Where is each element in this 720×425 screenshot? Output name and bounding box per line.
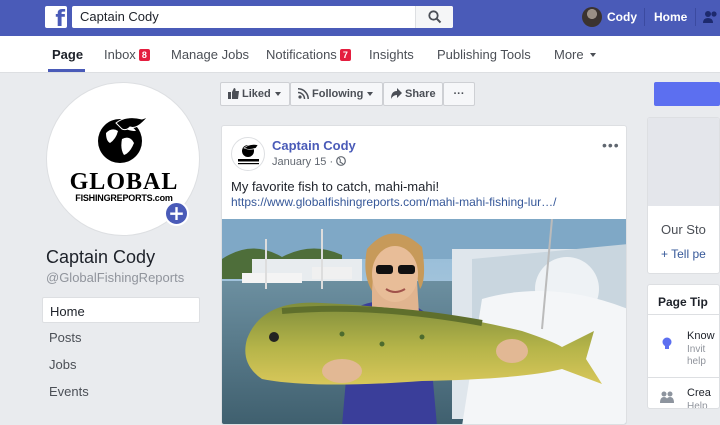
share-label: Share [405, 88, 436, 100]
tab-label: Publishing Tools [437, 47, 531, 62]
tip-description: Help [687, 401, 708, 409]
sidebar-item-label: Events [49, 384, 89, 399]
search-input[interactable]: Captain Cody [80, 9, 159, 24]
globe-marlin-logo-icon [238, 144, 259, 165]
page-tips-title: Page Tip [658, 295, 708, 309]
sidebar-item-label: Jobs [49, 357, 77, 372]
post-date-text: January 15 · [272, 156, 337, 168]
sidebar-item-home[interactable]: Home [42, 297, 200, 323]
post-author-avatar[interactable] [231, 137, 265, 171]
tab-insights[interactable]: Insights [369, 47, 414, 62]
tab-label: Insights [369, 47, 414, 62]
page-tips-card: Page Tip Know Invit help Crea Help [647, 284, 720, 409]
our-story-heading: Our Sto [661, 222, 706, 237]
our-story-card: Our Sto + Tell pe [647, 117, 720, 274]
post-author-name[interactable]: Captain Cody [272, 138, 356, 153]
liked-label: Liked [242, 88, 271, 100]
tab-label: More [554, 47, 584, 62]
globe-public-icon [336, 156, 347, 166]
notifications-count-badge: 7 [339, 49, 351, 61]
thumbs-up-icon [228, 88, 239, 99]
story-cover-placeholder [648, 118, 719, 206]
search-icon [428, 10, 442, 24]
logo-wordmark: GLOBAL [69, 169, 179, 195]
post-photo[interactable] [222, 219, 627, 425]
sidebar-item-label: Posts [49, 330, 82, 345]
globe-marlin-logo-icon [98, 116, 148, 163]
tab-label: Inbox [104, 47, 136, 62]
divider [648, 314, 719, 315]
search-field[interactable]: Captain Cody [72, 6, 453, 28]
tab-label: Manage Jobs [171, 47, 250, 62]
lightbulb-icon [662, 337, 672, 349]
post-options-button[interactable]: ••• [602, 137, 620, 153]
more-options-button[interactable]: ··· [443, 82, 475, 106]
tab-more[interactable]: More [554, 47, 596, 62]
tab-label: Page [52, 47, 84, 62]
primary-action-button[interactable] [654, 82, 720, 106]
tab-notifications[interactable]: Notifications 7 [266, 47, 351, 62]
tab-inbox[interactable]: Inbox 8 [104, 47, 150, 62]
tab-publishing-tools[interactable]: Publishing Tools [437, 47, 531, 62]
facebook-logo-icon[interactable]: f [45, 6, 67, 28]
add-profile-photo-button[interactable]: + [164, 201, 189, 226]
divider [695, 8, 696, 26]
tab-manage-jobs[interactable]: Manage Jobs [171, 47, 249, 62]
tip-title[interactable]: Know [687, 330, 715, 342]
friend-requests-icon[interactable] [703, 9, 719, 25]
more-dots-icon: ··· [453, 88, 465, 100]
post-card: Captain Cody January 15 · ••• My favorit… [221, 125, 627, 425]
liked-button[interactable]: Liked [220, 82, 290, 106]
page-username[interactable]: @GlobalFishingReports [46, 270, 184, 285]
rss-feed-icon [297, 88, 309, 100]
divider [644, 8, 645, 26]
following-label: Following [312, 88, 364, 100]
sidebar-item-label: Home [50, 304, 85, 319]
active-tab-indicator [48, 69, 85, 72]
sidebar-item-events[interactable]: Events [42, 378, 200, 404]
user-avatar[interactable] [582, 7, 602, 27]
top-navigation-bar: f Captain Cody Cody Home [0, 0, 720, 36]
search-button[interactable] [415, 6, 453, 28]
page-tab-bar: Page Inbox 8 Manage Jobs Notifications 7 I… [0, 36, 720, 73]
sidebar-item-jobs[interactable]: Jobs [42, 351, 200, 377]
tab-page[interactable]: Page [52, 47, 83, 62]
chevron-down-icon [367, 92, 374, 96]
sidebar-item-posts[interactable]: Posts [42, 324, 200, 350]
chevron-down-icon [274, 92, 281, 96]
page-name[interactable]: Captain Cody [46, 247, 155, 268]
share-button[interactable]: Share [383, 82, 443, 106]
post-timestamp[interactable]: January 15 · [272, 156, 347, 168]
tip-description: Invit [687, 344, 706, 355]
tell-people-link[interactable]: + Tell pe [661, 247, 706, 261]
home-link[interactable]: Home [654, 10, 687, 24]
following-button[interactable]: Following [290, 82, 383, 106]
post-link[interactable]: https://www.globalfishingreports.com/mah… [231, 195, 556, 209]
people-icon [660, 391, 674, 403]
post-text: My favorite fish to catch, mahi-mahi! [231, 179, 440, 194]
inbox-count-badge: 8 [138, 49, 150, 61]
tip-description: help [687, 356, 706, 367]
tab-label: Notifications [266, 47, 337, 62]
profile-link[interactable]: Cody [607, 10, 637, 24]
divider [648, 377, 719, 378]
tip-title[interactable]: Crea [687, 387, 711, 399]
share-arrow-icon [391, 88, 402, 99]
chevron-down-icon [589, 53, 596, 57]
plus-icon: + [168, 201, 185, 225]
